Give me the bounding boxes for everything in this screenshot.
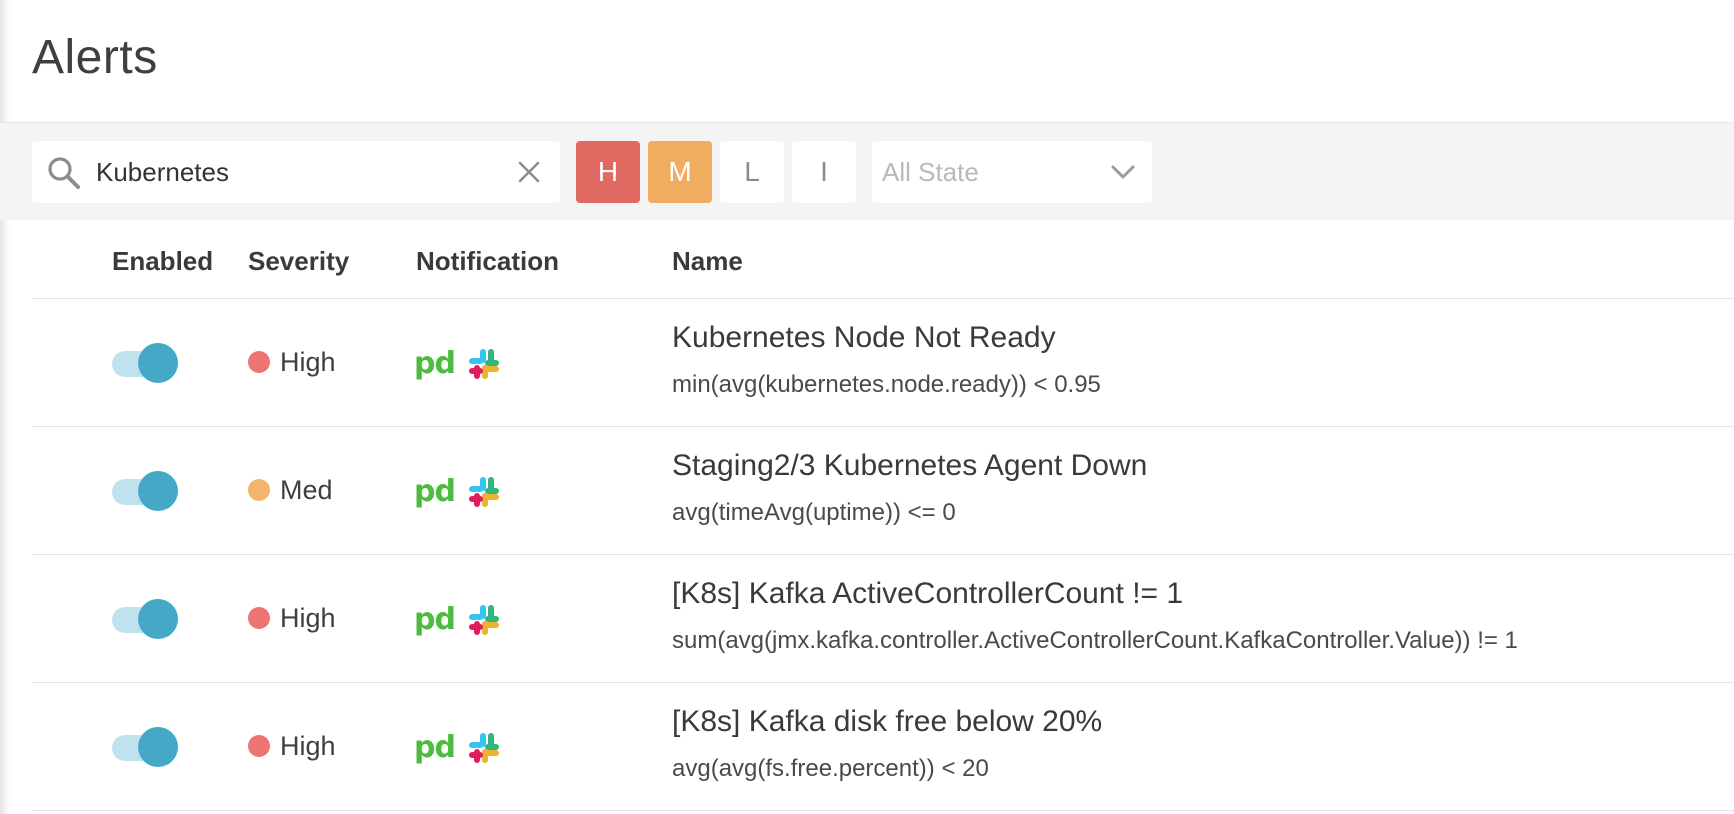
alerts-table: Enabled Severity Notification Name High … xyxy=(32,220,1734,811)
chevron-down-icon xyxy=(1111,165,1135,179)
slack-icon xyxy=(468,605,499,635)
alert-query: avg(timeAvg(uptime)) <= 0 xyxy=(672,499,956,526)
severity-dot xyxy=(248,479,270,501)
severity-filter-medium-button[interactable]: M xyxy=(648,141,712,203)
pagerduty-icon: pd xyxy=(414,474,456,509)
severity-label: Med xyxy=(280,474,333,505)
enabled-toggle[interactable] xyxy=(112,599,178,639)
slack-icon xyxy=(468,733,499,763)
pagerduty-icon: pd xyxy=(414,346,456,381)
table-row[interactable]: High pd [K8s] Kafka ActiveControllerCoun… xyxy=(32,555,1734,683)
enabled-toggle[interactable] xyxy=(112,343,178,383)
column-header-severity[interactable]: Severity xyxy=(248,246,349,277)
alert-name[interactable]: Staging2/3 Kubernetes Agent Down xyxy=(672,449,1147,483)
alert-name[interactable]: [K8s] Kafka disk free below 20% xyxy=(672,705,1102,739)
alert-name[interactable]: [K8s] Kafka ActiveControllerCount != 1 xyxy=(672,577,1183,611)
severity-label: High xyxy=(280,730,336,761)
toggle-knob xyxy=(138,727,178,767)
severity-cell: High xyxy=(248,603,336,633)
severity-cell: Med xyxy=(248,475,333,505)
notification-cell: pd xyxy=(414,347,501,381)
column-header-notification[interactable]: Notification xyxy=(416,246,559,277)
state-select[interactable]: All State xyxy=(872,141,1152,203)
notification-cell: pd xyxy=(414,475,501,509)
severity-filter-high-button[interactable]: H xyxy=(576,141,640,203)
severity-label: High xyxy=(280,346,336,377)
search-input[interactable] xyxy=(96,151,496,193)
alert-name[interactable]: Kubernetes Node Not Ready xyxy=(672,321,1056,355)
pagerduty-icon: pd xyxy=(414,602,456,637)
page-title: Alerts xyxy=(32,31,158,84)
enabled-toggle[interactable] xyxy=(112,727,178,767)
alerts-page: Alerts H M L I All State Enabled S xyxy=(0,0,1734,814)
pagerduty-icon: pd xyxy=(414,730,456,765)
severity-cell: High xyxy=(248,731,336,761)
notification-cell: pd xyxy=(414,603,501,637)
severity-label: High xyxy=(280,602,336,633)
column-header-enabled[interactable]: Enabled xyxy=(112,246,213,277)
severity-filter-low-button[interactable]: L xyxy=(720,141,784,203)
slack-icon xyxy=(468,477,499,507)
table-row[interactable]: Med pd Staging2/3 Kubernetes Agent Down … xyxy=(32,427,1734,555)
filter-bar: H M L I All State xyxy=(0,122,1734,220)
table-row[interactable]: High pd Kubernetes Node Not Ready min(av… xyxy=(32,299,1734,427)
alert-query: min(avg(kubernetes.node.ready)) < 0.95 xyxy=(672,371,1101,398)
alert-query: sum(avg(jmx.kafka.controller.ActiveContr… xyxy=(672,627,1518,654)
toggle-knob xyxy=(138,599,178,639)
severity-dot xyxy=(248,735,270,757)
toggle-knob xyxy=(138,343,178,383)
slack-icon xyxy=(468,349,499,379)
severity-dot xyxy=(248,607,270,629)
table-header: Enabled Severity Notification Name xyxy=(32,220,1734,299)
notification-cell: pd xyxy=(414,731,501,765)
search-icon xyxy=(48,157,80,189)
toggle-knob xyxy=(138,471,178,511)
severity-cell: High xyxy=(248,347,336,377)
severity-filter-info-button[interactable]: I xyxy=(792,141,856,203)
search-box xyxy=(32,141,560,203)
column-header-name[interactable]: Name xyxy=(672,246,743,277)
alert-query: avg(avg(fs.free.percent)) < 20 xyxy=(672,755,989,782)
table-row[interactable]: High pd [K8s] Kafka disk free below 20% … xyxy=(32,683,1734,811)
clear-search-icon[interactable] xyxy=(516,159,542,185)
state-select-value: All State xyxy=(882,157,979,187)
enabled-toggle[interactable] xyxy=(112,471,178,511)
severity-dot xyxy=(248,351,270,373)
